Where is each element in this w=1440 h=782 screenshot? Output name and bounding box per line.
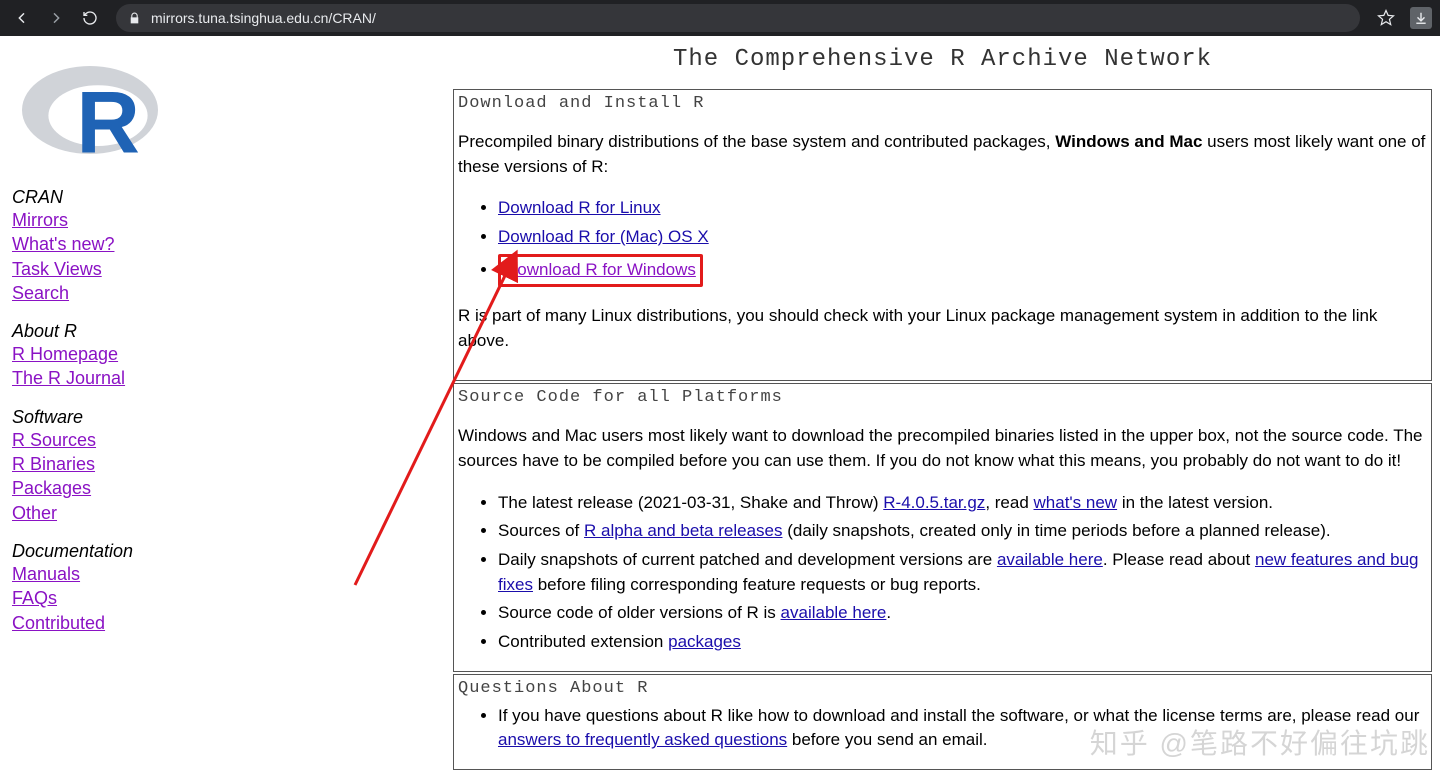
source-code-box: Source Code for all Platforms Windows an… <box>453 383 1432 671</box>
browser-toolbar: mirrors.tuna.tsinghua.edu.cn/CRAN/ <box>0 0 1440 36</box>
highlight-windows: Download R for Windows <box>498 254 703 288</box>
address-bar[interactable]: mirrors.tuna.tsinghua.edu.cn/CRAN/ <box>116 4 1360 32</box>
faq-item: If you have questions about R like how t… <box>498 704 1427 753</box>
download-mac-link[interactable]: Download R for (Mac) OS X <box>498 227 709 246</box>
alpha-beta-link[interactable]: R alpha and beta releases <box>584 521 782 540</box>
download-mac-item: Download R for (Mac) OS X <box>498 225 1427 250</box>
sidebar-group-about: About R <box>12 321 449 342</box>
faq-link[interactable]: answers to frequently asked questions <box>498 730 787 749</box>
sidebar-link-whats-new[interactable]: What's new? <box>12 234 114 254</box>
downloads-button[interactable] <box>1410 7 1432 29</box>
box2-title: Source Code for all Platforms <box>458 388 1427 407</box>
bookmark-button[interactable] <box>1372 9 1400 27</box>
sidebar-link-task-views[interactable]: Task Views <box>12 259 102 279</box>
download-icon <box>1414 11 1428 25</box>
sidebar-group-cran: CRAN <box>12 187 449 208</box>
snapshots-link[interactable]: available here <box>997 550 1103 569</box>
sidebar: R CRAN Mirrors What's new? Task Views Se… <box>8 42 453 772</box>
whats-new-link[interactable]: what's new <box>1034 493 1118 512</box>
lock-icon <box>128 12 141 25</box>
download-windows-link[interactable]: Download R for Windows <box>505 260 696 279</box>
tar-link[interactable]: R-4.0.5.tar.gz <box>883 493 985 512</box>
older-versions-link[interactable]: available here <box>781 603 887 622</box>
sidebar-link-sources[interactable]: R Sources <box>12 430 96 450</box>
latest-release-item: The latest release (2021-03-31, Shake an… <box>498 491 1427 516</box>
sidebar-link-journal[interactable]: The R Journal <box>12 368 125 388</box>
box2-intro: Windows and Mac users most likely want t… <box>458 424 1427 473</box>
download-windows-item: Download R for Windows <box>498 254 1427 288</box>
box1-title: Download and Install R <box>458 94 1427 113</box>
star-icon <box>1377 9 1395 27</box>
sidebar-link-other[interactable]: Other <box>12 503 57 523</box>
questions-box: Questions About R If you have questions … <box>453 674 1432 770</box>
sidebar-link-contributed[interactable]: Contributed <box>12 613 105 633</box>
forward-button[interactable] <box>42 4 70 32</box>
box3-title: Questions About R <box>458 679 1427 698</box>
sidebar-link-search[interactable]: Search <box>12 283 69 303</box>
r-logo: R <box>12 46 449 181</box>
download-linux-link[interactable]: Download R for Linux <box>498 198 661 217</box>
svg-text:R: R <box>76 72 140 170</box>
sidebar-link-packages[interactable]: Packages <box>12 478 91 498</box>
box1-intro: Precompiled binary distributions of the … <box>458 130 1427 179</box>
download-install-box: Download and Install R Precompiled binar… <box>453 89 1432 381</box>
snapshots-item: Daily snapshots of current patched and d… <box>498 548 1427 597</box>
packages-link[interactable]: packages <box>668 632 741 651</box>
sidebar-link-faqs[interactable]: FAQs <box>12 588 57 608</box>
sidebar-link-homepage[interactable]: R Homepage <box>12 344 118 364</box>
url-text: mirrors.tuna.tsinghua.edu.cn/CRAN/ <box>151 10 376 26</box>
box1-after: R is part of many Linux distributions, y… <box>458 304 1427 353</box>
sidebar-group-docs: Documentation <box>12 541 449 562</box>
sidebar-group-software: Software <box>12 407 449 428</box>
alpha-beta-item: Sources of R alpha and beta releases (da… <box>498 519 1427 544</box>
page-title: The Comprehensive R Archive Network <box>453 46 1432 73</box>
reload-button[interactable] <box>76 4 104 32</box>
contrib-packages-item: Contributed extension packages <box>498 630 1427 655</box>
sidebar-link-manuals[interactable]: Manuals <box>12 564 80 584</box>
main-content: The Comprehensive R Archive Network Down… <box>453 42 1432 772</box>
older-versions-item: Source code of older versions of R is av… <box>498 601 1427 626</box>
sidebar-link-mirrors[interactable]: Mirrors <box>12 210 68 230</box>
download-linux-item: Download R for Linux <box>498 196 1427 221</box>
back-button[interactable] <box>8 4 36 32</box>
sidebar-link-binaries[interactable]: R Binaries <box>12 454 95 474</box>
